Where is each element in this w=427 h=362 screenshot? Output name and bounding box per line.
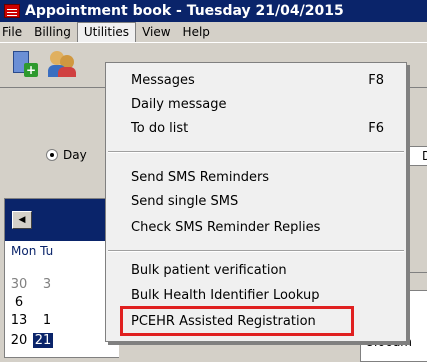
mini-calendar: ◀ Mon Tu 30 3 6 13 1 20 21 <box>4 198 120 358</box>
menu-item-send-sms-reminders[interactable]: Send SMS Reminders <box>106 166 406 189</box>
calendar-day[interactable]: 20 <box>9 333 29 348</box>
menu-separator <box>108 250 404 252</box>
menu-separator <box>108 151 404 153</box>
menu-item-label: Messages <box>131 73 195 88</box>
day-radio-label: Day <box>63 148 87 162</box>
calendar-header: ◀ <box>5 199 120 241</box>
menu-item-check-sms-replies[interactable]: Check SMS Reminder Replies <box>106 216 406 239</box>
add-icon: + <box>24 63 38 77</box>
calendar-day-selected[interactable]: 21 <box>33 333 53 348</box>
menu-item-label: Send single SMS <box>131 194 239 209</box>
title-bar: Appointment book - Tuesday 21/04/2015 <box>0 0 427 22</box>
menu-help[interactable]: Help <box>177 22 216 42</box>
date-field[interactable]: D <box>405 146 427 166</box>
menu-item-label: Send SMS Reminders <box>131 170 270 185</box>
calendar-day[interactable]: 6 <box>9 295 29 310</box>
highlight-box <box>120 306 354 336</box>
menu-item-label: Check SMS Reminder Replies <box>131 220 321 235</box>
menu-utilities[interactable]: Utilities <box>76 22 137 42</box>
window-title: Appointment book - Tuesday 21/04/2015 <box>25 3 344 19</box>
menu-item-send-single-sms[interactable]: Send single SMS <box>106 190 406 213</box>
menu-item-label: To do list <box>131 121 189 136</box>
calendar-day[interactable]: 30 <box>9 277 29 292</box>
calendar-weekday-header: Mon Tu <box>11 244 54 258</box>
calendar-app-icon <box>4 4 20 18</box>
menu-item-label: Daily message <box>131 97 227 112</box>
menu-item-daily-message[interactable]: Daily message <box>106 93 406 116</box>
menu-item-bulk-patient-verification[interactable]: Bulk patient verification <box>106 259 406 282</box>
menu-item-label: Bulk patient verification <box>131 263 287 278</box>
calendar-day[interactable]: 13 <box>9 313 29 328</box>
day-view-radio[interactable]: Day <box>46 148 87 162</box>
prev-month-button[interactable]: ◀ <box>12 211 32 229</box>
radio-selected-icon[interactable] <box>46 149 58 161</box>
new-appointment-button[interactable]: + <box>10 49 40 79</box>
shortcut-label: F8 <box>368 73 384 88</box>
calendar-day[interactable]: 3 <box>37 277 57 292</box>
menu-file[interactable]: File <box>0 22 28 42</box>
menu-item-messages[interactable]: Messages F8 <box>106 69 406 92</box>
calendar-day[interactable]: 1 <box>37 313 57 328</box>
menu-item-to-do-list[interactable]: To do list F6 <box>106 117 406 140</box>
menu-item-bulk-health-identifier-lookup[interactable]: Bulk Health Identifier Lookup <box>106 284 406 307</box>
person-body-icon <box>58 67 76 77</box>
utilities-dropdown-menu: Messages F8 Daily message To do list F6 … <box>105 62 407 342</box>
menu-item-label: Bulk Health Identifier Lookup <box>131 288 320 303</box>
menu-bar: File Billing Utilities View Help <box>0 22 427 42</box>
menu-view[interactable]: View <box>136 22 176 42</box>
shortcut-label: F6 <box>368 121 384 136</box>
menu-billing[interactable]: Billing <box>28 22 77 42</box>
patients-button[interactable] <box>48 49 78 79</box>
